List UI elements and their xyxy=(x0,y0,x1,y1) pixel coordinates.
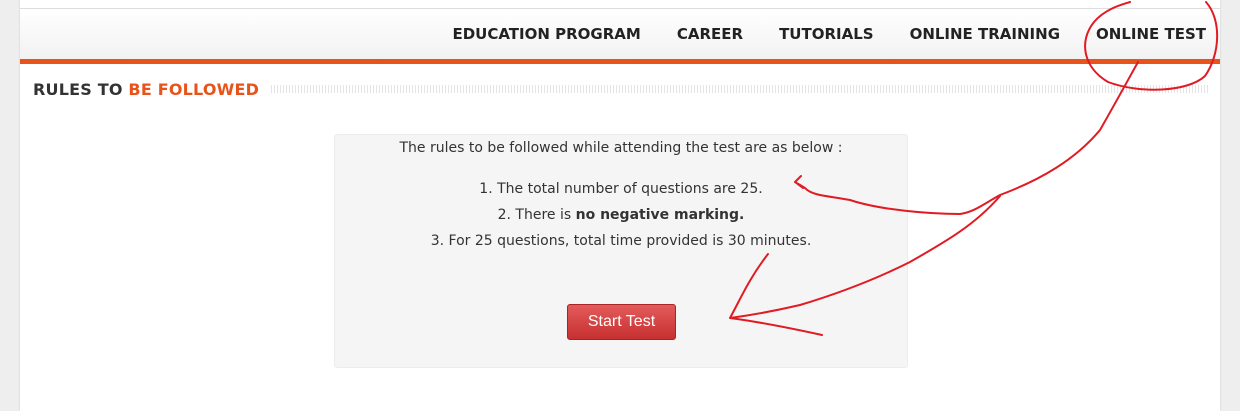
page-container: EDUCATION PROGRAM CAREER TUTORIALS ONLIN… xyxy=(20,0,1220,411)
rule-item-text: 2. There is xyxy=(497,207,576,223)
rule-item: 3. For 25 questions, total time provided… xyxy=(430,233,812,249)
top-navigation-bar: EDUCATION PROGRAM CAREER TUTORIALS ONLIN… xyxy=(20,8,1220,64)
nav-online-test[interactable]: ONLINE TEST xyxy=(1096,25,1206,43)
section-title: RULES TO BE FOLLOWED xyxy=(33,80,259,99)
nav-tutorials[interactable]: TUTORIALS xyxy=(779,25,874,43)
rule-item: 2. There is no negative marking. xyxy=(335,202,907,228)
rules-panel: The rules to be followed while attending… xyxy=(334,134,908,368)
main-nav: EDUCATION PROGRAM CAREER TUTORIALS ONLIN… xyxy=(416,9,1206,59)
rule-item-emphasis: no negative marking. xyxy=(575,207,745,223)
nav-education-program[interactable]: EDUCATION PROGRAM xyxy=(452,25,640,43)
nav-online-training[interactable]: ONLINE TRAINING xyxy=(910,25,1060,43)
nav-career[interactable]: CAREER xyxy=(677,25,743,43)
section-header: RULES TO BE FOLLOWED xyxy=(33,78,1208,100)
rule-item: 1. The total number of questions are 25. xyxy=(479,181,763,197)
rules-intro: The rules to be followed while attending… xyxy=(399,140,843,156)
section-divider xyxy=(271,85,1208,93)
section-title-plain: RULES TO xyxy=(33,79,129,99)
section-title-accent: BE FOLLOWED xyxy=(128,79,260,99)
rules-list: 1. The total number of questions are 25.… xyxy=(335,176,907,254)
start-test-button[interactable]: Start Test xyxy=(567,304,676,340)
